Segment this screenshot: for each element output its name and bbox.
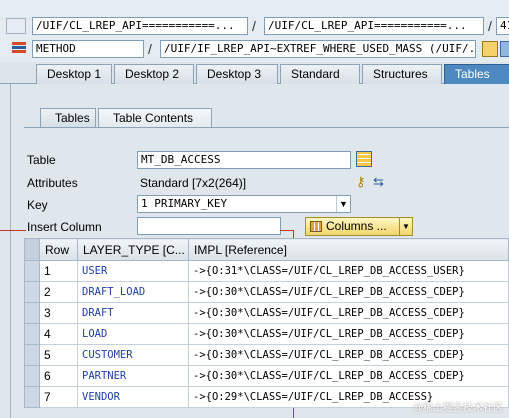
row-selector[interactable] [24,323,40,345]
layer-type-cell: LOAD [77,323,189,345]
row-number-cell: 7 [39,386,78,408]
impl-reference-cell[interactable]: ->{O:30*\CLASS=/UIF/CL_LREP_DB_ACCESS_CD… [188,344,509,366]
table-row[interactable]: 4 LOAD ->{O:30*\CLASS=/UIF/CL_LREP_DB_ACCE… [24,323,509,345]
column-header-layer-type[interactable]: LAYER_TYPE [C... [77,238,189,261]
impl-reference-cell[interactable]: ->{O:30*\CLASS=/UIF/CL_LREP_DB_ACCESS_CD… [188,302,509,324]
table-label: Table [27,153,56,167]
table-name-input[interactable]: MT_DB_ACCESS [137,151,351,169]
impl-reference-cell[interactable]: ->{O:30*\CLASS=/UIF/CL_LREP_DB_ACCESS_CD… [188,281,509,303]
select-all-cell[interactable] [24,238,40,261]
tab-desktop-3[interactable]: Desktop 3 [196,64,278,84]
layer-type-cell: USER [77,260,189,282]
row-selector[interactable] [24,386,40,408]
chevron-down-icon[interactable]: ▼ [399,218,412,235]
layer-type-cell: PARTNER [77,365,189,387]
row-selector[interactable] [24,281,40,303]
table-row[interactable]: 1 USER ->{O:31*\CLASS=/UIF/CL_LREP_DB_ACCE… [24,260,509,282]
tab-desktop-2[interactable]: Desktop 2 [114,64,194,84]
tab-standard[interactable]: Standard [280,64,360,84]
impl-reference-cell[interactable]: ->{O:30*\CLASS=/UIF/CL_LREP_DB_ACCESS_CD… [188,365,509,387]
row-number-cell: 1 [39,260,78,282]
tab-desktop-1[interactable]: Desktop 1 [36,64,112,84]
path-field-1[interactable]: /UIF/CL_LREP_API===========... [32,17,248,35]
method-toolbar: METHOD / /UIF/IF_LREP_API~EXTREF_WHERE_U… [0,38,509,62]
path-separator: / [488,18,492,34]
annotation-line [280,230,294,231]
table-row[interactable]: 5 CUSTOMER ->{O:30*\CLASS=/UIF/CL_LREP_DB_… [24,344,509,366]
layer-type-cell: CUSTOMER [77,344,189,366]
insert-column-label: Insert Column [27,220,102,234]
table-header-row: Row LAYER_TYPE [C... IMPL [Reference] [24,238,509,261]
row-number-cell: 2 [39,281,78,303]
tab-tables[interactable]: Tables [444,64,509,84]
layer-type-cell: VENDOR [77,386,189,408]
row-number-cell: 3 [39,302,78,324]
watermark: @稀土掘金技术社区 [412,403,503,414]
table-row[interactable]: 6 PARTNER ->{O:30*\CLASS=/UIF/CL_LREP_DB_A… [24,365,509,387]
columns-button[interactable]: Columns ... ▼ [305,217,413,236]
insert-column-input[interactable] [137,217,281,235]
row-selector[interactable] [24,260,40,282]
column-header-impl[interactable]: IMPL [Reference] [188,238,509,261]
layer-type-cell: DRAFT [77,302,189,324]
method-separator: / [148,41,152,57]
row-selector[interactable] [24,365,40,387]
impl-reference-cell[interactable]: ->{O:30*\CLASS=/UIF/CL_LREP_DB_ACCESS_CD… [188,323,509,345]
attributes-label: Attributes [27,176,78,190]
path-field-3[interactable]: 41 [496,17,509,35]
row-number-cell: 5 [39,344,78,366]
path-toolbar: /UIF/CL_LREP_API===========... / /UIF/CL… [0,0,509,38]
key-select[interactable]: 1 PRIMARY_KEY [137,195,351,213]
layer-type-cell: DRAFT_LOAD [77,281,189,303]
table-row[interactable]: 2 DRAFT_LOAD ->{O:30*\CLASS=/UIF/CL_LREP_D… [24,281,509,303]
row-number-cell: 4 [39,323,78,345]
row-selector[interactable] [24,302,40,324]
impl-reference-cell[interactable]: ->{O:31*\CLASS=/UIF/CL_LREP_DB_ACCESS_US… [188,260,509,282]
structure-icon[interactable]: ⇆ [373,174,389,190]
save-icon[interactable] [500,41,509,57]
row-number-cell: 6 [39,365,78,387]
back-icon[interactable] [6,18,26,34]
chevron-down-icon[interactable]: ▼ [336,196,350,212]
path-field-2[interactable]: /UIF/CL_LREP_API===========... [264,17,484,35]
table-contents-grid: Row LAYER_TYPE [C... IMPL [Reference] 1U… [24,238,509,408]
row-selector[interactable] [24,344,40,366]
table-row[interactable]: 3 DRAFT ->{O:30*\CLASS=/UIF/CL_LREP_DB_ACC… [24,302,509,324]
path-separator: / [252,18,256,34]
columns-grid-icon [310,221,322,232]
method-type-field[interactable]: METHOD [32,40,144,58]
table-view-icon[interactable] [356,151,372,167]
tab-divider [24,127,509,128]
tab-structures[interactable]: Structures [362,64,442,84]
column-header-row[interactable]: Row [39,238,78,261]
tab-table-contents[interactable]: Table Contents [98,108,212,128]
key-label: Key [27,198,48,212]
method-list-icon[interactable] [12,42,26,56]
key-icon[interactable]: ⚷ [356,174,370,190]
method-path-field[interactable]: /UIF/IF_LREP_API~EXTREF_WHERE_USED_MASS … [160,40,476,58]
tab-inner-tables[interactable]: Tables [40,108,96,128]
key-select-value: 1 PRIMARY_KEY [141,197,228,210]
attributes-value: Standard [7x2(264)] [140,176,247,190]
columns-button-label: Columns ... [326,219,387,233]
annotation-line [0,230,26,231]
navigate-icon[interactable] [482,41,498,57]
